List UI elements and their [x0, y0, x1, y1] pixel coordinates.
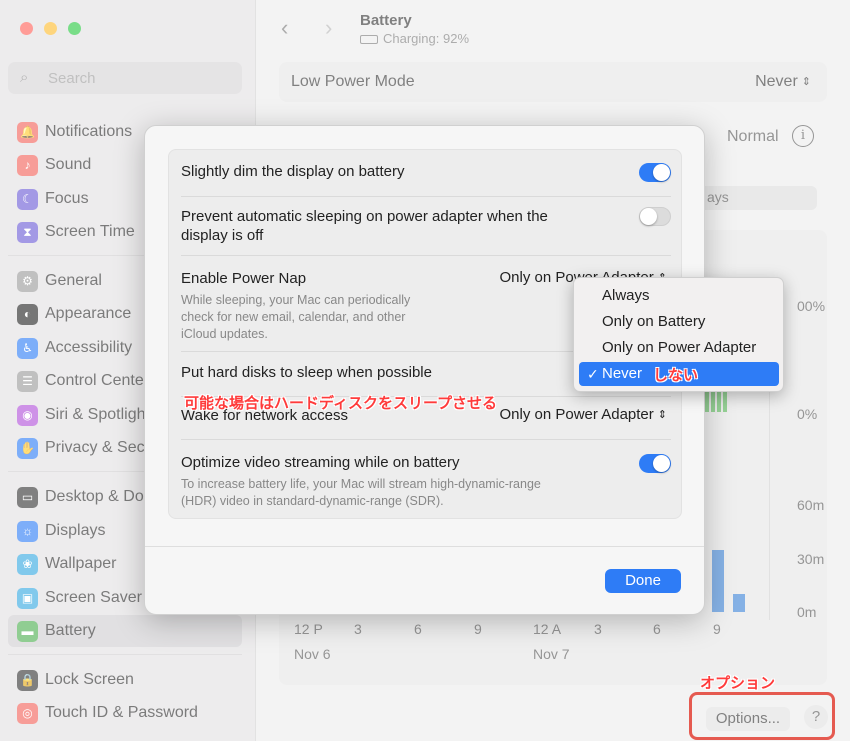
chevron-updown-icon: ⇕ — [657, 409, 667, 421]
power-nap-description: While sleeping, your Mac can periodicall… — [181, 293, 411, 307]
video-streaming-row: Optimize video streaming while on batter… — [169, 440, 683, 518]
annotation-highlight-box — [689, 692, 835, 740]
power-nap-description: iCloud updates. — [181, 327, 268, 341]
done-button[interactable]: Done — [605, 569, 681, 593]
annotation-options: オプション — [700, 675, 776, 692]
dim-display-row: Slightly dim the display on battery — [169, 150, 683, 196]
prevent-sleep-toggle[interactable] — [639, 207, 671, 226]
power-nap-label: Enable Power Nap — [181, 270, 307, 287]
dropdown-option-always[interactable]: Always — [579, 284, 779, 308]
checkmark-icon: ✓ — [587, 366, 599, 382]
annotation-never: しない — [653, 367, 699, 384]
annotation-hard-disk: 可能な場合はハードディスクをスリープさせる — [184, 395, 498, 412]
dropdown-option-only-on-power-adapter[interactable]: Only on Power Adapter — [579, 336, 779, 360]
wake-network-select[interactable]: Only on Power Adapter ⇕ — [500, 406, 667, 423]
hard-disk-sleep-label: Put hard disks to sleep when possible — [181, 364, 432, 381]
video-streaming-toggle[interactable] — [639, 454, 671, 473]
power-nap-description: check for new email, calendar, and other — [181, 310, 406, 324]
video-streaming-description: (HDR) video in standard-dynamic-range (S… — [181, 494, 444, 508]
dim-display-label: Slightly dim the display on battery — [181, 163, 405, 180]
dropdown-option-only-on-battery[interactable]: Only on Battery — [579, 310, 779, 334]
video-streaming-label: Optimize video streaming while on batter… — [181, 454, 460, 471]
prevent-sleep-label-line2: display is off — [181, 227, 264, 244]
prevent-sleep-label: Prevent automatic sleeping on power adap… — [181, 208, 548, 225]
dim-display-toggle[interactable] — [639, 163, 671, 182]
video-streaming-description: To increase battery life, your Mac will … — [181, 477, 541, 491]
prevent-sleep-row: Prevent automatic sleeping on power adap… — [169, 197, 683, 255]
footer-divider — [145, 546, 704, 547]
